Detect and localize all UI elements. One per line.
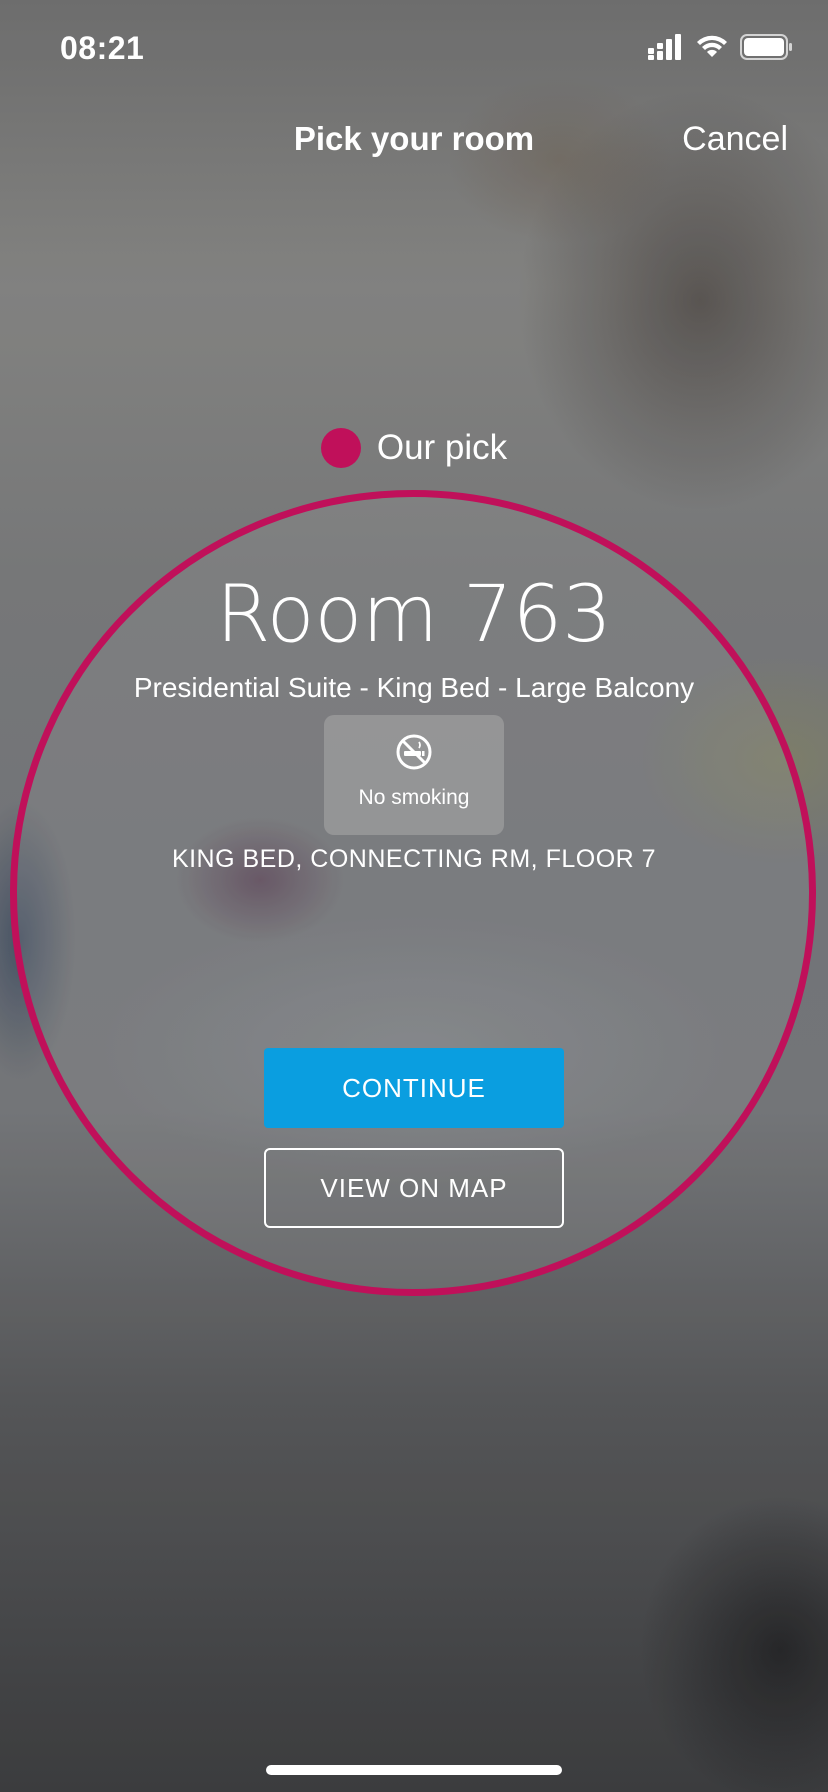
view-on-map-button[interactable]: VIEW ON MAP — [264, 1148, 564, 1228]
cellular-signal-icon — [648, 34, 684, 65]
battery-icon — [740, 34, 794, 65]
no-smoking-label: No smoking — [358, 786, 470, 809]
our-pick-label: Our pick — [376, 428, 508, 467]
our-pick-header: Our pick — [0, 428, 828, 468]
status-icons — [648, 34, 794, 65]
no-smoking-icon — [395, 733, 433, 776]
room-number: Room 763 — [216, 570, 612, 660]
cancel-button[interactable]: Cancel — [682, 120, 788, 159]
room-type: Presidential Suite - King Bed - Large Ba… — [133, 672, 695, 703]
wifi-icon — [696, 35, 728, 64]
pick-dot-icon — [320, 428, 361, 468]
room-details: KING BED, CONNECTING RM, FLOOR 7 — [171, 845, 657, 873]
status-time: 08:21 — [60, 30, 145, 66]
continue-button[interactable]: CONTINUE — [264, 1048, 564, 1128]
no-smoking-badge: No smoking — [324, 715, 504, 835]
home-indicator[interactable] — [266, 1765, 562, 1775]
